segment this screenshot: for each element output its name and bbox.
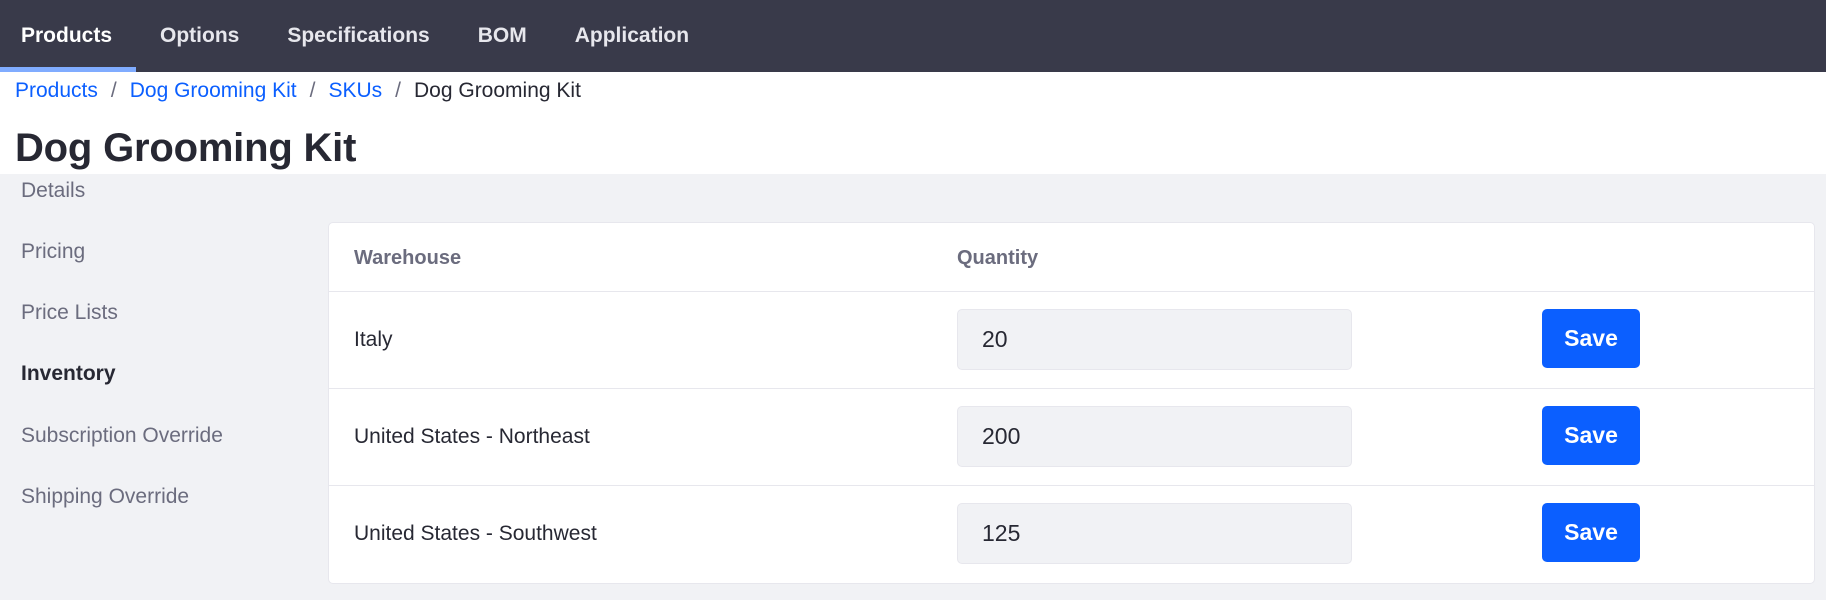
save-button[interactable]: Save <box>1542 406 1640 465</box>
sidebar-item-pricing[interactable]: Pricing <box>21 240 85 264</box>
warehouse-name: Italy <box>354 328 393 351</box>
table-row: Italy Save <box>329 292 1814 389</box>
breadcrumb-link-skus[interactable]: SKUs <box>328 79 382 103</box>
warehouse-name: United States - Northeast <box>354 425 590 448</box>
quantity-input[interactable] <box>957 503 1352 564</box>
breadcrumb-link-products[interactable]: Products <box>15 79 98 103</box>
save-button[interactable]: Save <box>1542 503 1640 562</box>
breadcrumb-link-product[interactable]: Dog Grooming Kit <box>130 79 297 103</box>
tab-application[interactable]: Application <box>551 0 713 72</box>
tab-specifications[interactable]: Specifications <box>263 0 453 72</box>
quantity-input[interactable] <box>957 406 1352 467</box>
sidebar-item-inventory[interactable]: Inventory <box>21 362 116 386</box>
column-header-quantity: Quantity <box>957 247 1039 269</box>
sidebar-item-subscription-override[interactable]: Subscription Override <box>21 424 223 448</box>
breadcrumb-separator: / <box>110 79 117 102</box>
warehouse-name: United States - Southwest <box>354 522 597 545</box>
table-header: Warehouse Quantity <box>329 223 1814 292</box>
breadcrumb-separator: / <box>395 79 401 102</box>
save-button[interactable]: Save <box>1542 309 1640 368</box>
column-header-warehouse: Warehouse <box>354 247 462 269</box>
sidebar-item-price-lists[interactable]: Price Lists <box>21 301 118 325</box>
quantity-input[interactable] <box>957 309 1352 370</box>
page-header: Products / Dog Grooming Kit / SKUs / Dog… <box>0 72 1826 174</box>
table-row: United States - Southwest Save <box>329 486 1814 583</box>
breadcrumb: Products / Dog Grooming Kit / SKUs / Dog… <box>15 76 581 106</box>
page-title: Dog Grooming Kit <box>15 126 357 170</box>
table-row: United States - Northeast Save <box>329 389 1814 486</box>
sidebar-item-shipping-override[interactable]: Shipping Override <box>21 485 189 509</box>
breadcrumb-separator: / <box>309 79 316 102</box>
top-navigation: Products Options Specifications BOM Appl… <box>0 0 1826 72</box>
inventory-table: Warehouse Quantity Italy Save United Sta… <box>328 222 1815 584</box>
sidebar-item-details[interactable]: Details <box>21 179 85 203</box>
tab-options[interactable]: Options <box>136 0 263 72</box>
breadcrumb-current: Dog Grooming Kit <box>414 79 581 102</box>
tab-products[interactable]: Products <box>0 0 137 72</box>
tab-bom[interactable]: BOM <box>454 0 551 72</box>
